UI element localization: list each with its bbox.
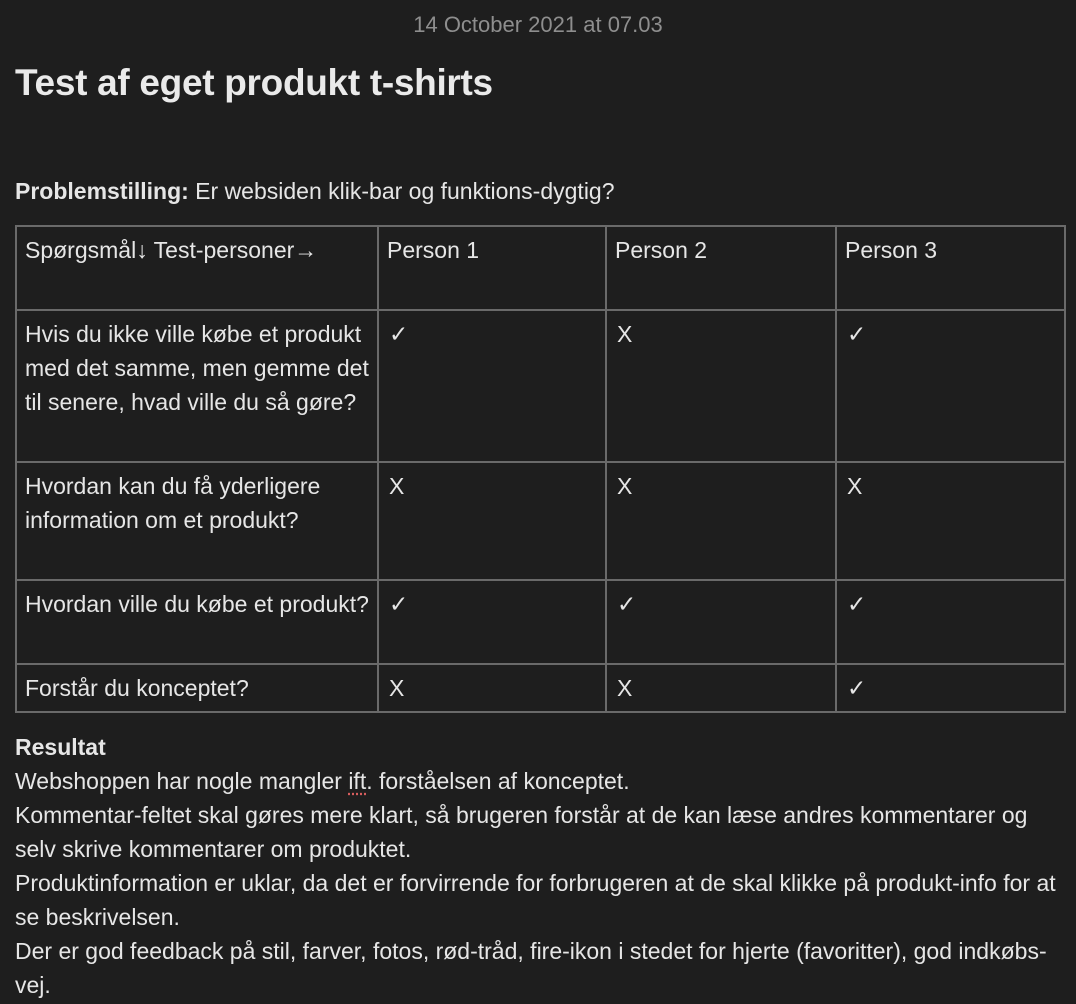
table-header-row: Spørgsmål↓ Test-personer→ Person 1 Perso… <box>15 225 1066 311</box>
table-row: Hvordan ville du købe et produkt? ✓ ✓ ✓ <box>15 579 1066 665</box>
answer-cell[interactable]: ✓ <box>835 579 1066 665</box>
note-date: 14 October 2021 at 07.03 <box>413 12 663 37</box>
answer-mark: X <box>389 473 405 499</box>
answer-cell[interactable]: ✓ <box>605 579 837 665</box>
result-line: Kommentar-feltet skal gøres mere klart, … <box>15 802 1028 862</box>
answer-cell[interactable]: X <box>377 461 607 581</box>
header-person-1[interactable]: Person 1 <box>377 225 607 311</box>
answer-mark: ✓ <box>617 591 637 617</box>
question-cell[interactable]: Forstår du konceptet? <box>15 663 379 713</box>
table-row: Hvis du ikke ville købe et produkt med d… <box>15 309 1066 463</box>
problem-label: Problemstilling: <box>15 178 189 204</box>
table-row: Forstår du konceptet? X X ✓ <box>15 663 1066 713</box>
table-corner-cell[interactable]: Spørgsmål↓ Test-personer→ <box>15 225 379 311</box>
answer-cell[interactable]: ✓ <box>835 663 1066 713</box>
answer-mark: X <box>847 473 863 499</box>
question-cell[interactable]: Hvordan ville du købe et produkt? <box>15 579 379 665</box>
answer-mark: X <box>617 675 633 701</box>
answer-cell[interactable]: ✓ <box>377 309 607 463</box>
question-cell[interactable]: Hvordan kan du få yderligere information… <box>15 461 379 581</box>
answer-mark: ✓ <box>847 321 867 347</box>
answer-mark: ✓ <box>847 591 867 617</box>
answer-mark: X <box>617 473 633 499</box>
test-results-table[interactable]: Spørgsmål↓ Test-personer→ Person 1 Perso… <box>15 225 1066 713</box>
problem-text: Er websiden klik-bar og funktions-dygtig… <box>188 178 615 204</box>
header-person-2[interactable]: Person 2 <box>605 225 837 311</box>
answer-cell[interactable]: X <box>605 663 837 713</box>
result-line: Produktinformation er uklar, da det er f… <box>15 870 1056 930</box>
answer-mark: ✓ <box>389 321 409 347</box>
note-view: 14 October 2021 at 07.03 Test af eget pr… <box>0 0 1076 1004</box>
answer-mark: ✓ <box>847 675 867 701</box>
question-cell[interactable]: Hvis du ikke ville købe et produkt med d… <box>15 309 379 463</box>
misspelled-word[interactable]: ift <box>348 768 366 794</box>
table-row: Hvordan kan du få yderligere information… <box>15 461 1066 581</box>
answer-cell[interactable]: X <box>605 461 837 581</box>
result-line: Der er god feedback på stil, farver, fot… <box>15 938 1047 998</box>
answer-cell[interactable]: ✓ <box>377 579 607 665</box>
answer-mark: X <box>389 675 405 701</box>
result-line-1-end: . forståelsen af konceptet. <box>366 768 630 794</box>
answer-mark: ✓ <box>389 591 409 617</box>
problem-statement[interactable]: Problemstilling: Er websiden klik-bar og… <box>15 175 615 207</box>
result-heading: Resultat <box>15 734 106 760</box>
answer-cell[interactable]: ✓ <box>835 309 1066 463</box>
answer-cell[interactable]: X <box>377 663 607 713</box>
result-section[interactable]: Resultat Webshoppen har nogle mangler if… <box>15 730 1065 1002</box>
header-person-3[interactable]: Person 3 <box>835 225 1066 311</box>
result-line: Webshoppen har nogle mangler ift. forstå… <box>15 764 1065 798</box>
answer-cell[interactable]: X <box>835 461 1066 581</box>
answer-cell[interactable]: X <box>605 309 837 463</box>
answer-mark: X <box>617 321 633 347</box>
note-title[interactable]: Test af eget produkt t-shirts <box>15 62 493 104</box>
result-line-1-start: Webshoppen har nogle mangler <box>15 768 349 794</box>
